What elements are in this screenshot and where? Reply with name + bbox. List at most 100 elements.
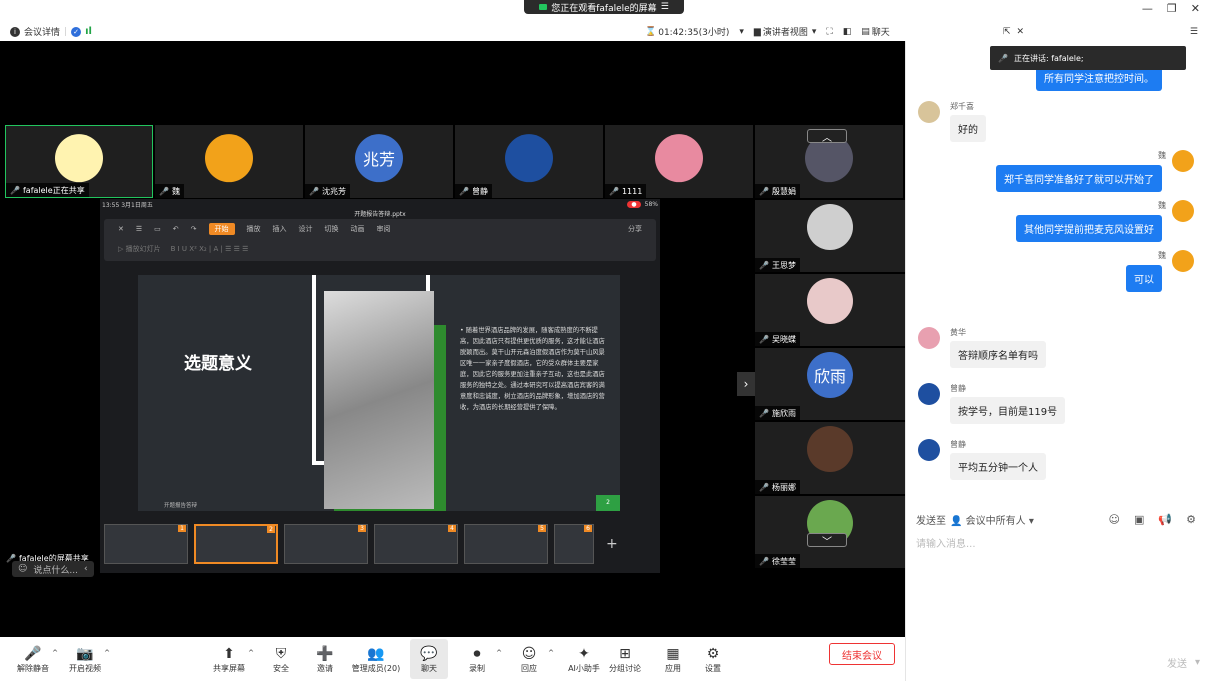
video-tile[interactable]: 欣雨 🎤 施欣雨 (755, 348, 905, 420)
popout-icon[interactable]: ⇱ (1003, 27, 1011, 37)
video-tile[interactable]: 🎤 杨丽娜 (755, 422, 905, 494)
chat-avatar (918, 383, 940, 405)
ribbon-tab[interactable]: 开始 (208, 223, 235, 235)
video-tile[interactable]: 🎤 1111 (605, 125, 753, 198)
close-icon[interactable]: ✕ (1191, 2, 1200, 15)
toolbar-record[interactable]: ⏺ 录制 ^ (458, 639, 502, 679)
recipient-selector[interactable]: 👤 会议中所有人 ▾ (950, 512, 1034, 527)
participant-name: 🎤 魏 (155, 184, 184, 198)
close-chat-icon[interactable]: ✕ (1017, 27, 1025, 37)
close-icon[interactable]: ✕ (118, 225, 124, 233)
mic-icon: 🎤 (759, 334, 769, 344)
play-slideshow-button[interactable]: ▷ 播放幻灯片 (118, 244, 161, 254)
invite-icon: ➕ (316, 645, 334, 662)
ribbon-tab[interactable]: 审阅 (377, 224, 391, 234)
chat-message: 可以 (1126, 265, 1162, 292)
ribbon-tab[interactable]: 动画 (351, 224, 365, 234)
video-tile[interactable]: 🎤 魏 (155, 125, 303, 198)
slide-thumbnails: 1 2 3 4 5 6 + (104, 522, 656, 566)
emoji-icon[interactable]: ☺ (1109, 513, 1120, 526)
menu-icon[interactable]: ☰ (661, 2, 669, 12)
video-tile[interactable]: 🎤 曾静 (455, 125, 603, 198)
toolbar-invite[interactable]: ➕ 邀请 (306, 639, 344, 679)
ribbon-tab[interactable]: 插入 (273, 224, 287, 234)
video-tile[interactable]: 🎤 fafalele正在共享 (5, 125, 153, 198)
chevron-down-icon[interactable]: ▾ (812, 27, 817, 37)
toolbar-breakout[interactable]: ⊞ 分组讨论 (606, 639, 644, 679)
ribbon-format-icons: B I U X² X₂ | A | ☰ ☰ ☰ (170, 245, 249, 253)
shared-screen[interactable]: 13:55 3月1日周五 ● 58% 开题报告答辩.pptx ✕ ☰ ▭ ↶ ↷ 开始 播放… (100, 199, 660, 573)
toolbar-settings[interactable]: ⚙ 设置 (694, 639, 732, 679)
add-slide-button[interactable]: + (606, 536, 618, 552)
scroll-down-button[interactable]: ﹀ (807, 533, 847, 548)
chevron-up-icon[interactable]: ^ (548, 649, 554, 657)
chevron-up-icon[interactable]: ^ (104, 649, 110, 657)
layout-icon[interactable]: ◧ (843, 27, 852, 37)
share-button[interactable]: 分享 (628, 224, 642, 234)
record-icon: ⏺ (473, 645, 481, 662)
chat-message: 郑千喜同学准备好了就可以开始了 (996, 165, 1162, 192)
end-meeting-button[interactable]: 结束会议 (829, 643, 895, 665)
video-tile[interactable]: 兆芳 🎤 沈兆芳 (305, 125, 453, 198)
quick-chat-input[interactable]: ☺ 说点什么... ‹ (12, 561, 94, 577)
video-tile[interactable]: 🎤 吴晓蝶 (755, 274, 905, 346)
save-icon[interactable]: ▭ (154, 225, 161, 233)
menu-icon[interactable]: ☰ (1190, 27, 1198, 37)
announce-icon[interactable]: 📢 (1158, 513, 1172, 526)
chat-message: 好的 (950, 115, 986, 142)
chat-toggle-icon[interactable]: ▤ (861, 27, 870, 37)
toolbar-apps[interactable]: ▦ 应用 (654, 639, 692, 679)
chat-toggle-button[interactable]: 聊天 (872, 25, 890, 38)
minimize-icon[interactable]: — (1142, 2, 1153, 15)
chevron-up-icon[interactable]: ^ (496, 649, 502, 657)
ribbon-tab[interactable]: 播放 (247, 224, 261, 234)
slide-thumbnail[interactable]: 1 (104, 524, 188, 564)
slide-thumbnail[interactable]: 4 (374, 524, 458, 564)
ribbon-tab[interactable]: 设计 (299, 224, 313, 234)
chevron-up-icon[interactable]: ^ (52, 649, 58, 657)
toolbar-video-off[interactable]: 📷 开启视频 ^ (66, 639, 110, 679)
chevron-down-icon[interactable]: ▾ (739, 27, 744, 37)
restore-icon[interactable]: ❐ (1167, 2, 1177, 15)
mic-icon: 🎤 (459, 186, 469, 196)
chat-input[interactable]: 请输入消息... (916, 535, 976, 550)
members-icon: 👥 (367, 645, 385, 662)
chevron-up-icon[interactable]: ^ (248, 649, 254, 657)
toolbar-chat[interactable]: 💬 聊天 (410, 639, 448, 679)
slide-footer: 开题报告答辩 (164, 503, 198, 509)
fullscreen-icon[interactable]: ⛶ (826, 27, 832, 37)
slide-thumbnail[interactable]: 5 (464, 524, 548, 564)
toolbar-share-screen[interactable]: ⬆ 共享屏幕 ^ (210, 639, 254, 679)
mic-icon: 🎤 (759, 186, 769, 196)
chat-icon: 💬 (420, 645, 438, 662)
expand-arrow-icon[interactable]: › (737, 372, 755, 396)
ribbon-tab[interactable]: 切换 (325, 224, 339, 234)
toolbar-mic-off[interactable]: 🎤 解除静音 ^ (14, 639, 58, 679)
ppt-ribbon: ✕ ☰ ▭ ↶ ↷ 开始 播放 插入 设计 切换 动画 审阅 分享 ▷ 播放幻灯片 B I U X² X… (104, 219, 656, 261)
send-button[interactable]: 发送 (1167, 655, 1187, 670)
emoji-icon[interactable]: ☺ (18, 564, 27, 574)
chevron-down-icon[interactable]: ▾ (1195, 657, 1200, 668)
folder-icon[interactable]: ▣ (1134, 513, 1144, 526)
chat-settings-icon[interactable]: ⚙ (1186, 513, 1196, 526)
send-to-bar: 发送至 👤 会议中所有人 ▾ ☺ ▣ 📢 ⚙ (916, 512, 1196, 527)
undo-icon[interactable]: ↶ (173, 225, 179, 233)
toolbar-members[interactable]: 👥 管理成员(20) (350, 639, 402, 679)
security-shield-icon[interactable]: ✓ (71, 26, 82, 37)
share-banner[interactable]: 您正在观看fafalele的屏幕 ☰ (524, 0, 684, 14)
meeting-info-button[interactable]: 会议详情 (24, 25, 60, 38)
signal-icon[interactable]: ıl (85, 26, 92, 37)
meeting-timer[interactable]: 01:42:35(3小时) (658, 25, 729, 38)
slide-thumbnail[interactable]: 6 (554, 524, 594, 564)
menu-icon[interactable]: ☰ (136, 225, 142, 233)
slide-thumbnail[interactable]: 2 (194, 524, 278, 564)
slide-thumbnail[interactable]: 3 (284, 524, 368, 564)
collapse-icon[interactable]: ‹ (84, 564, 88, 574)
toolbar-ai-assistant[interactable]: ✦ AI小助手 (558, 639, 610, 679)
view-mode-button[interactable]: 演讲者视图 (763, 25, 808, 38)
toolbar-reaction[interactable]: ☺ 回应 ^ (510, 639, 554, 679)
toolbar-shield[interactable]: ⛨ 安全 (262, 639, 300, 679)
scroll-up-button[interactable]: ︿ (807, 129, 847, 144)
redo-icon[interactable]: ↷ (191, 225, 197, 233)
video-tile[interactable]: 🎤 王思梦 (755, 200, 905, 272)
